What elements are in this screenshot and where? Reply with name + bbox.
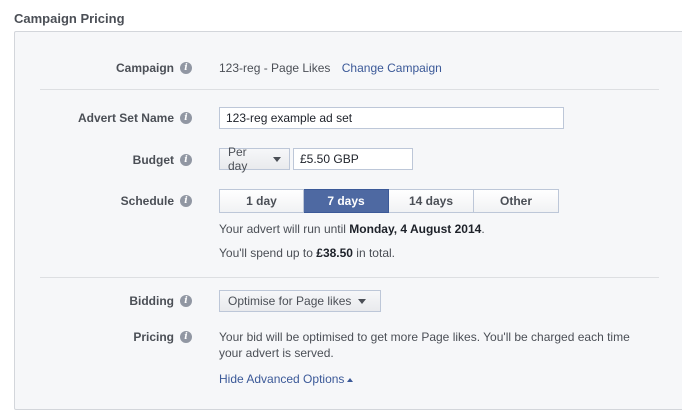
budget-type-dropdown[interactable]: Per day [219,145,290,173]
bidding-dropdown[interactable]: Optimise for Page likes [219,290,381,312]
advert-set-label-text: Advert Set Name [77,111,174,125]
info-icon[interactable]: i [180,154,192,166]
schedule-segmented-control: 1 day 7 days 14 days Other [219,189,559,213]
pricing-label: Pricing i [133,330,192,344]
schedule-option-other[interactable]: Other [474,189,559,213]
info-icon[interactable]: i [180,331,192,343]
info-icon[interactable]: i [180,62,192,74]
campaign-pricing-panel [14,31,682,410]
campaign-name: 123-reg - Page Likes [219,61,331,75]
hide-advanced-options-label[interactable]: Hide Advanced Options [219,372,344,386]
info-icon[interactable]: i [180,112,192,124]
bidding-label-text: Bidding [129,294,174,308]
advert-set-label: Advert Set Name i [78,111,192,125]
hide-advanced-options-link[interactable]: Hide Advanced Options [219,372,354,386]
pricing-description-line2: your advert is served. [219,346,334,360]
budget-label-text: Budget [132,153,174,167]
run-until-suffix: . [481,222,485,236]
chevron-up-icon [347,377,354,382]
budget-amount-input[interactable]: £5.50 GBP [293,148,413,170]
divider [40,89,659,90]
schedule-label-text: Schedule [120,194,174,208]
divider [40,277,659,278]
run-until-prefix: Your advert will run until [219,222,350,236]
advert-set-name-input[interactable]: 123-reg example ad set [219,107,564,129]
spend-prefix: You'll spend up to [219,246,317,260]
pricing-description-line1: Your bid will be optimised to get more P… [219,330,630,344]
schedule-option-7-days[interactable]: 7 days [304,189,389,213]
info-icon[interactable]: i [180,195,192,207]
schedule-spend-text: You'll spend up to £38.50 in total. [219,246,395,260]
bidding-selected-label: Optimise for Page likes [228,294,352,308]
run-until-date: Monday, 4 August 2014 [349,222,482,236]
campaign-label-text: Campaign [115,61,174,75]
budget-label: Budget i [133,153,192,167]
section-title: Campaign Pricing [14,11,125,26]
budget-type-label: Per day [228,145,248,173]
change-campaign-link[interactable]: Change Campaign [342,61,442,75]
schedule-option-1-day[interactable]: 1 day [219,189,304,213]
pricing-label-text: Pricing [133,330,174,344]
bidding-label: Bidding i [129,294,192,308]
chevron-down-icon [358,298,367,304]
schedule-option-14-days[interactable]: 14 days [389,189,474,213]
chevron-down-icon [273,156,281,162]
spend-suffix: in total. [352,246,395,260]
campaign-value: 123-reg - Page Likes Change Campaign [219,61,442,75]
schedule-run-until-text: Your advert will run until Monday, 4 Aug… [219,222,485,236]
info-icon[interactable]: i [180,295,192,307]
spend-amount: £38.50 [316,246,353,260]
campaign-label: Campaign i [116,61,192,75]
schedule-label: Schedule i [121,194,192,208]
